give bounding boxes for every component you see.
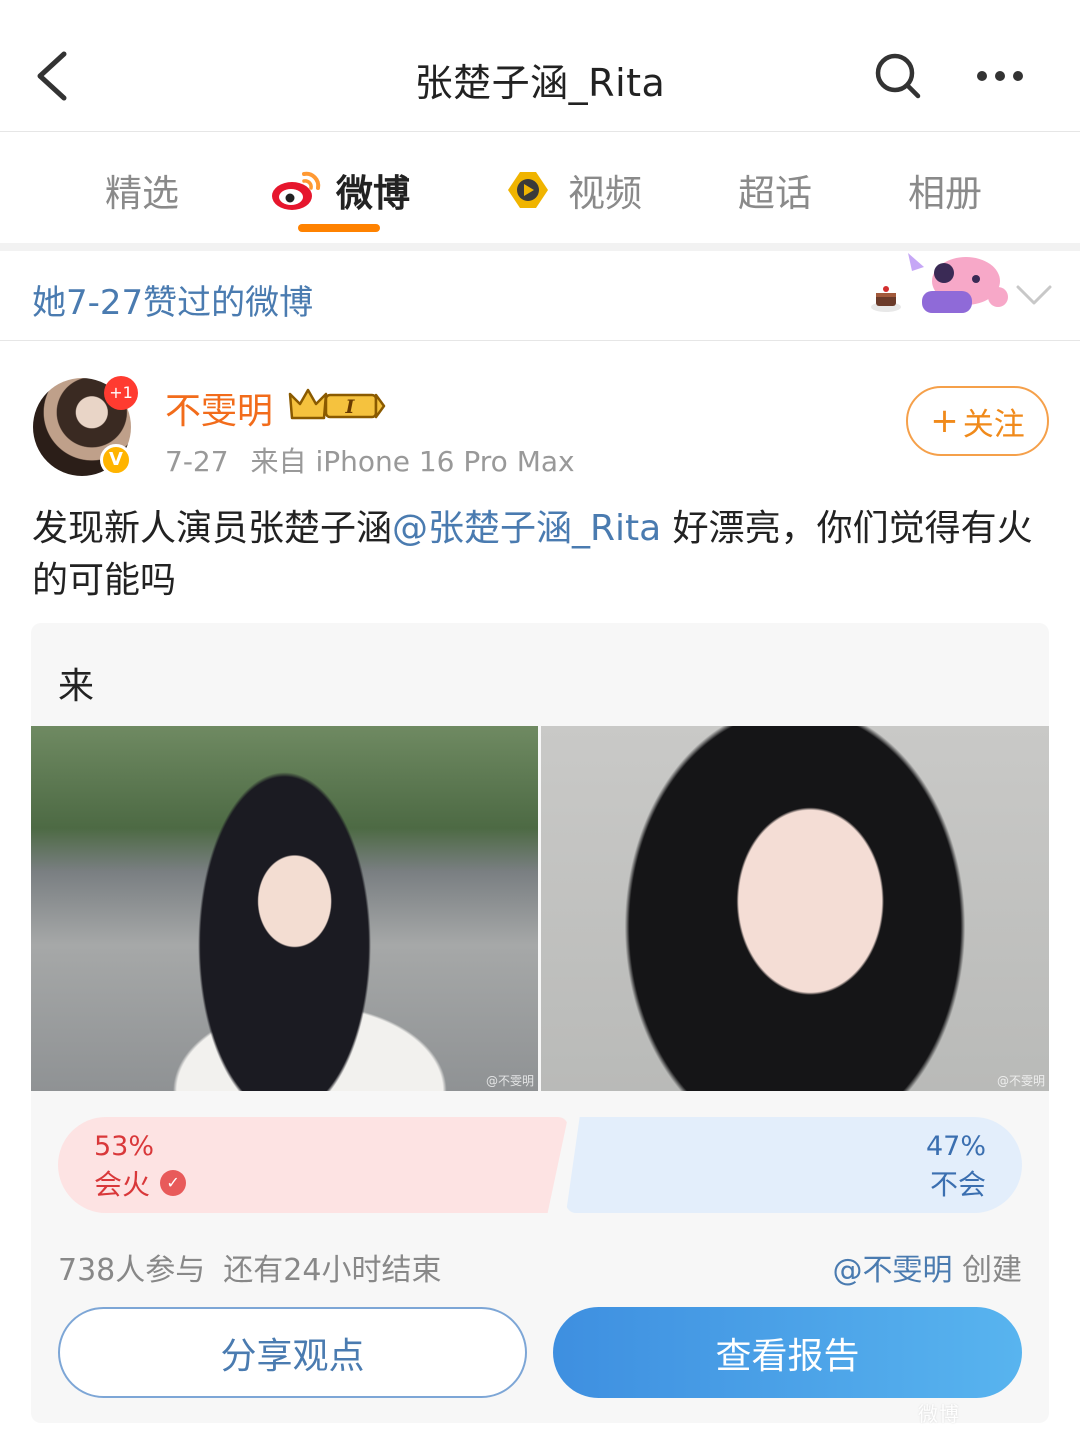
- poll-option-yes[interactable]: 53% 会火 ✓: [58, 1117, 568, 1213]
- poll-option-no[interactable]: 47% 不会: [566, 1117, 1022, 1213]
- tab-weibo[interactable]: 微博: [270, 163, 410, 217]
- divider: [0, 243, 1080, 251]
- tab-featured[interactable]: 精选: [105, 163, 179, 217]
- verified-badge: V: [100, 444, 132, 476]
- more-dots-icon[interactable]: [972, 58, 1028, 94]
- notification-badge: +1: [104, 376, 138, 410]
- video-play-icon: [508, 172, 548, 208]
- weibo-logo-icon: [272, 171, 321, 210]
- corner-watermark: 微博: [918, 1402, 960, 1426]
- follow-label: 关注: [962, 406, 1025, 443]
- active-tab-indicator: [298, 224, 380, 232]
- participant-count: 738人参与: [58, 1253, 206, 1288]
- tab-label: 视频: [568, 172, 642, 215]
- tab-label: 精选: [105, 172, 179, 215]
- poll-photo-right[interactable]: @不雯明: [541, 726, 1049, 1091]
- option-percent: 53%: [94, 1131, 155, 1162]
- cartoon-sticker-icon: [908, 253, 1008, 313]
- tab-label: 微博: [336, 172, 410, 215]
- option-percent: 47%: [925, 1131, 986, 1162]
- poll-card: 来 @不雯明 @不雯明 53% 会火 ✓ 47% 不会 738人参与 还有24小时…: [31, 623, 1049, 1423]
- view-report-button[interactable]: 查看报告: [553, 1307, 1022, 1398]
- member-crown-icon: I: [288, 388, 386, 420]
- search-icon[interactable]: [872, 50, 924, 102]
- author-name[interactable]: 不雯明: [165, 382, 273, 434]
- time-remaining: 还有24小时结束: [223, 1253, 442, 1288]
- follow-button[interactable]: + 关注: [906, 386, 1049, 456]
- post-source: 来自 iPhone 16 Pro Max: [250, 445, 575, 478]
- tab-bar: 精选 微博 视频 超话 相册: [0, 133, 1080, 243]
- share-opinion-button[interactable]: 分享观点: [58, 1307, 527, 1398]
- photo-watermark: @不雯明: [485, 1074, 534, 1088]
- post-text-part: 发现新人演员张楚子涵: [32, 508, 393, 549]
- checkmark-icon: ✓: [160, 1170, 187, 1196]
- option-label: 会火 ✓: [94, 1163, 187, 1203]
- tab-super-topic[interactable]: 超话: [738, 163, 812, 217]
- plus-icon: +: [930, 401, 959, 441]
- poll-creator: @不雯明 创建: [832, 1245, 1022, 1289]
- creator-mention[interactable]: @不雯明: [832, 1253, 952, 1288]
- poll-stats: 738人参与 还有24小时结束: [58, 1245, 459, 1289]
- chevron-down-icon[interactable]: [1014, 279, 1054, 311]
- post-date: 7-27: [165, 445, 229, 478]
- tab-label: 相册: [908, 172, 982, 215]
- level-badge-text: I: [345, 396, 356, 418]
- post-meta: 7-27 来自 iPhone 16 Pro Max: [165, 440, 575, 480]
- post-body: 发现新人演员张楚子涵@张楚子涵_Rita 好漂亮，你们觉得有火的可能吗: [32, 503, 1052, 607]
- photo-watermark: @不雯明: [996, 1074, 1045, 1088]
- tab-album[interactable]: 相册: [908, 163, 982, 217]
- liked-banner-label: 她7-27赞过的微博: [32, 283, 314, 323]
- liked-posts-banner[interactable]: 她7-27赞过的微博: [0, 251, 1080, 341]
- cake-sticker-icon: [871, 286, 901, 312]
- creator-suffix: 创建: [952, 1253, 1022, 1288]
- tab-video[interactable]: 视频: [502, 163, 642, 217]
- tab-label: 超话: [738, 172, 812, 215]
- mention-link[interactable]: @张楚子涵_Rita: [392, 508, 661, 549]
- top-bar: 张楚子涵_Rita: [0, 0, 1080, 132]
- option-text: 会火: [94, 1168, 151, 1201]
- poll-title: 来: [58, 666, 95, 707]
- option-text: 不会: [929, 1168, 986, 1201]
- poll-photo-left[interactable]: @不雯明: [31, 726, 538, 1091]
